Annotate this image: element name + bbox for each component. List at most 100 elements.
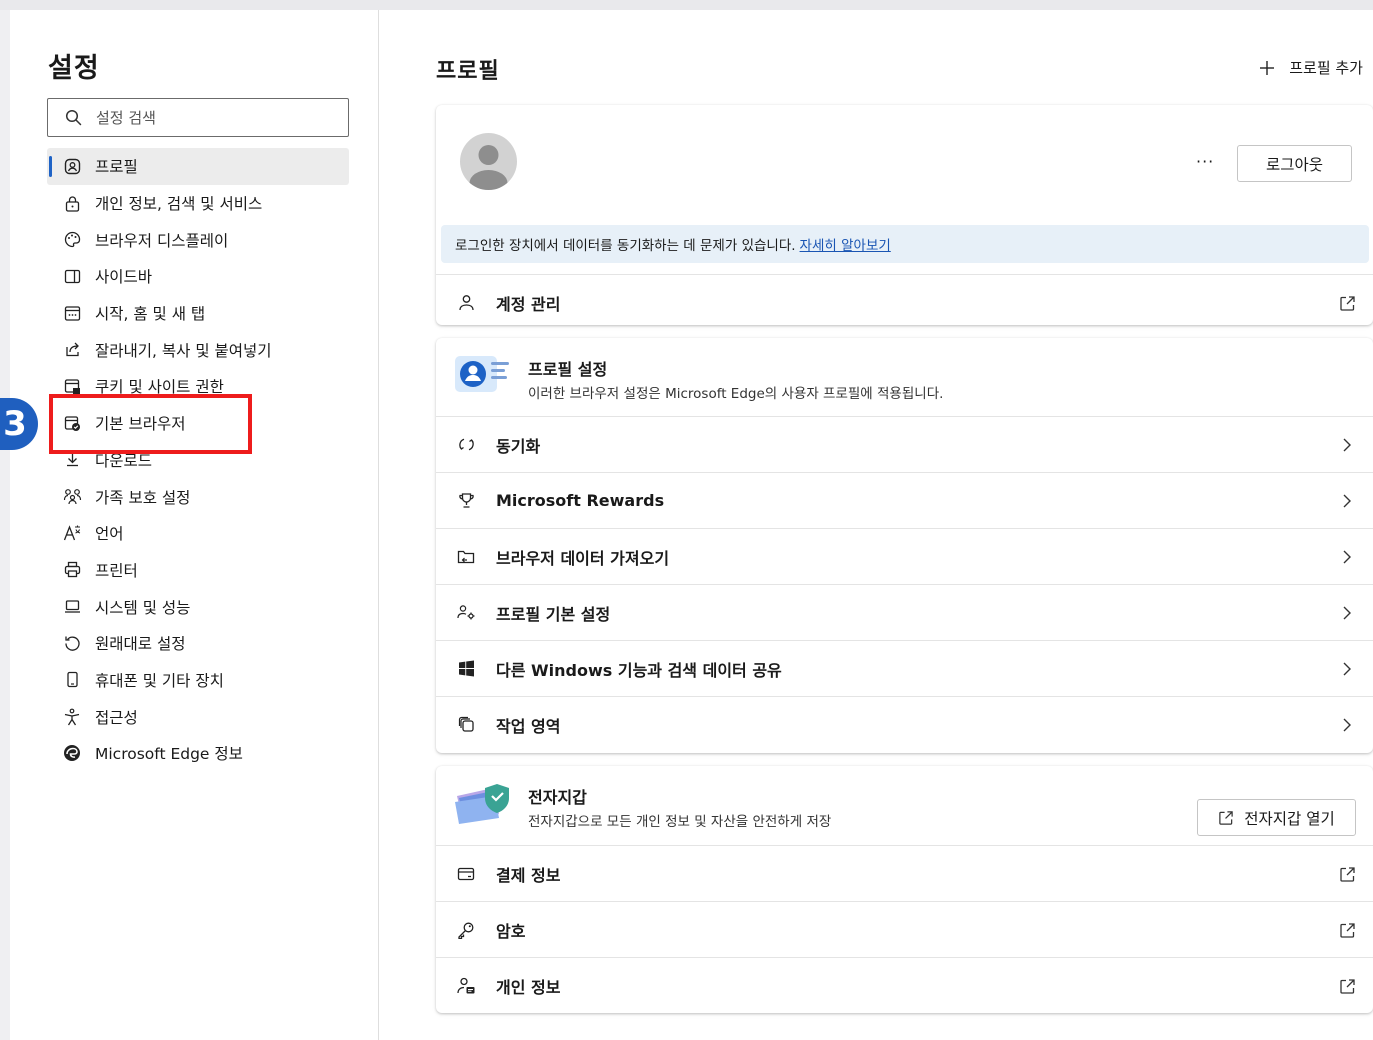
- sidebar-item-label: 개인 정보, 검색 및 서비스: [95, 195, 263, 214]
- wallet-row-passwords[interactable]: 암호: [436, 901, 1373, 957]
- chevron-right-icon: [1337, 659, 1357, 679]
- sidebar-item-label: 쿠키 및 사이트 권한: [95, 378, 224, 397]
- sidebar-item-label: 시작, 홈 및 새 탭: [95, 305, 206, 324]
- settings-main: 프로필 프로필 추가 ··· 로그아웃 로그인한 장치에서 데이터를 동기화하는…: [380, 10, 1373, 1040]
- sidebar-item-language[interactable]: 언어: [47, 515, 349, 552]
- accessibility-icon: [62, 707, 82, 727]
- page-title: 프로필: [436, 59, 500, 84]
- logout-button[interactable]: 로그아웃: [1237, 145, 1352, 182]
- settings-search-box[interactable]: [47, 98, 349, 137]
- settings-row-import[interactable]: 브라우저 데이터 가져오기: [436, 528, 1373, 584]
- sidebar-item-label: 다운로드: [95, 451, 153, 470]
- sidebar-item-sidebar[interactable]: 사이드바: [47, 258, 349, 295]
- printer-icon: [62, 560, 82, 580]
- external-link-icon: [1337, 293, 1357, 313]
- sidebar-icon: [62, 266, 82, 286]
- profile-settings-card: 프로필 설정 이러한 브라우저 설정은 Microsoft Edge의 사용자 …: [436, 338, 1373, 753]
- sync-error-text: 로그인한 장치에서 데이터를 동기화하는 데 문제가 있습니다.: [455, 238, 796, 254]
- learn-more-link[interactable]: 자세히 알아보기: [800, 234, 891, 254]
- settings-sidebar: 설정 프로필 개인 정보, 검색 및 서비스 브라우저 디스플레이 사이드바 시…: [10, 10, 379, 1040]
- wallet-title: 전자지갑: [528, 788, 587, 807]
- sidebar-item-reset[interactable]: 원래대로 설정: [47, 625, 349, 662]
- download-icon: [62, 450, 82, 470]
- settings-search-input[interactable]: [96, 108, 336, 127]
- reset-icon: [62, 633, 82, 653]
- sidebar-item-label: 시스템 및 성능: [95, 598, 191, 617]
- language-icon: [62, 523, 82, 543]
- card-icon: [456, 864, 476, 884]
- home-tab-icon: [62, 303, 82, 323]
- profile-preferences-icon: [456, 603, 476, 623]
- wallet-illustration-icon: [455, 784, 509, 824]
- sidebar-item-label: 잘라내기, 복사 및 붙여넣기: [95, 341, 272, 360]
- window-top-strip: [0, 0, 1373, 10]
- sidebar-item-system[interactable]: 시스템 및 성능: [47, 588, 349, 625]
- wallet-row-payment[interactable]: 결제 정보: [436, 845, 1373, 901]
- sidebar-item-label: Microsoft Edge 정보: [95, 745, 243, 764]
- sidebar-item-accessibility[interactable]: 접근성: [47, 698, 349, 735]
- sidebar-item-privacy[interactable]: 개인 정보, 검색 및 서비스: [47, 185, 349, 222]
- settings-row-label: 브라우저 데이터 가져오기: [496, 548, 670, 568]
- account-manage-label: 계정 관리: [496, 294, 561, 314]
- chevron-right-icon: [1337, 435, 1357, 455]
- open-wallet-label: 전자지갑 열기: [1244, 809, 1335, 828]
- sidebar-item-cookies[interactable]: 쿠키 및 사이트 권한: [47, 368, 349, 405]
- laptop-icon: [62, 597, 82, 617]
- open-wallet-button[interactable]: 전자지갑 열기: [1197, 799, 1356, 836]
- share-icon: [62, 340, 82, 360]
- external-link-icon: [1219, 810, 1233, 825]
- settings-row-workspaces[interactable]: 작업 영역: [436, 696, 1373, 752]
- sync-error-notice: 로그인한 장치에서 데이터를 동기화하는 데 문제가 있습니다. 자세히 알아보…: [441, 225, 1369, 263]
- sidebar-item-default-browser[interactable]: 기본 브라우저: [47, 405, 349, 442]
- wallet-row-label: 암호: [496, 921, 526, 941]
- external-link-icon: [1337, 976, 1357, 996]
- sidebar-title: 설정: [48, 53, 100, 84]
- sidebar-item-label: 사이드바: [95, 268, 153, 287]
- profile-settings-header: 프로필 설정 이러한 브라우저 설정은 Microsoft Edge의 사용자 …: [436, 338, 1373, 416]
- palette-icon: [62, 230, 82, 250]
- account-manage-row[interactable]: 계정 관리: [436, 274, 1373, 325]
- sidebar-item-about-edge[interactable]: Microsoft Edge 정보: [47, 735, 349, 772]
- wallet-row-personal-info[interactable]: 개인 정보: [436, 957, 1373, 1013]
- search-icon: [65, 109, 82, 126]
- workspaces-icon: [456, 715, 476, 735]
- sidebar-item-printers[interactable]: 프린터: [47, 552, 349, 589]
- family-icon: [62, 487, 82, 507]
- wallet-row-label: 결제 정보: [496, 865, 561, 885]
- wallet-card: 전자지갑 전자지갑으로 모든 개인 정보 및 자산을 안전하게 저장 전자지갑 …: [436, 766, 1373, 1013]
- settings-row-label: 프로필 기본 설정: [496, 604, 611, 624]
- person-icon: [456, 293, 476, 313]
- settings-row-rewards[interactable]: Microsoft Rewards: [436, 472, 1373, 528]
- sidebar-item-phone[interactable]: 휴대폰 및 기타 장치: [47, 662, 349, 699]
- settings-row-preferences[interactable]: 프로필 기본 설정: [436, 584, 1373, 640]
- sidebar-item-family[interactable]: 가족 보호 설정: [47, 478, 349, 515]
- sidebar-item-start-home[interactable]: 시작, 홈 및 새 탭: [47, 295, 349, 332]
- more-options-button[interactable]: ···: [1196, 152, 1214, 171]
- sidebar-item-appearance[interactable]: 브라우저 디스플레이: [47, 221, 349, 258]
- windows-icon: [456, 659, 476, 679]
- sidebar-item-share-copy-paste[interactable]: 잘라내기, 복사 및 붙여넣기: [47, 331, 349, 368]
- sidebar-item-label: 프로필: [95, 158, 138, 177]
- external-link-icon: [1337, 920, 1357, 940]
- window-left-gutter: [0, 10, 10, 1040]
- wallet-row-label: 개인 정보: [496, 977, 561, 997]
- key-icon: [456, 920, 476, 940]
- phone-icon: [62, 670, 82, 690]
- avatar: [460, 133, 517, 190]
- trophy-icon: [456, 491, 476, 511]
- sidebar-item-label: 가족 보호 설정: [95, 488, 191, 507]
- profile-card: ··· 로그아웃 로그인한 장치에서 데이터를 동기화하는 데 문제가 있습니다…: [436, 105, 1373, 325]
- add-profile-button[interactable]: 프로필 추가: [1259, 57, 1363, 78]
- settings-row-sync[interactable]: 동기화: [436, 416, 1373, 472]
- settings-row-windows-share[interactable]: 다른 Windows 기능과 검색 데이터 공유: [436, 640, 1373, 696]
- chevron-right-icon: [1337, 491, 1357, 511]
- sidebar-item-profile[interactable]: 프로필: [47, 148, 349, 185]
- wallet-header: 전자지갑 전자지갑으로 모든 개인 정보 및 자산을 안전하게 저장 전자지갑 …: [436, 766, 1373, 844]
- external-link-icon: [1337, 864, 1357, 884]
- sidebar-item-label: 기본 브라우저: [95, 415, 186, 434]
- lock-icon: [62, 193, 82, 213]
- chevron-right-icon: [1337, 547, 1357, 567]
- chevron-right-icon: [1337, 715, 1357, 735]
- sidebar-item-downloads[interactable]: 다운로드: [47, 442, 349, 479]
- import-icon: [456, 547, 476, 567]
